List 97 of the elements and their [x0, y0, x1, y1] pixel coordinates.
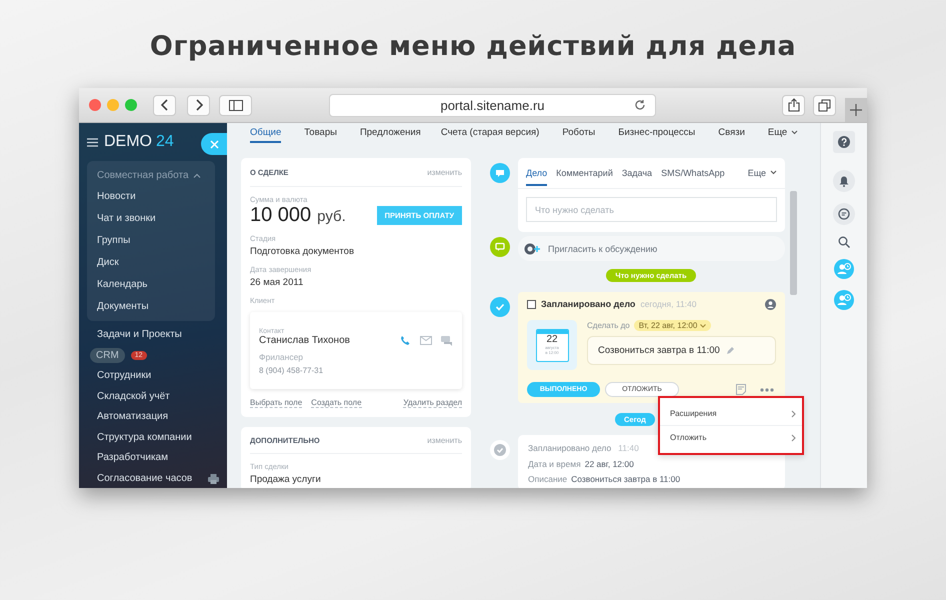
amount: 10 000 [250, 204, 312, 227]
sidebar-item[interactable]: Диск [87, 251, 215, 273]
share-button[interactable] [782, 94, 805, 116]
tab[interactable]: Предложения [360, 124, 421, 142]
new-tab-button[interactable] [845, 98, 867, 122]
share-icon [788, 98, 800, 112]
invite-field[interactable]: Пригласить к обсуждению [518, 236, 785, 261]
caret-icon [791, 130, 798, 134]
editor-tab[interactable]: SMS/WhatsApp [661, 160, 725, 186]
plus-icon [850, 104, 862, 116]
sidebar-item[interactable]: Календарь [87, 273, 215, 295]
more-button[interactable]: Еще [748, 160, 777, 186]
tab[interactable]: Бизнес-процессы [618, 124, 696, 142]
chevron-right-icon [791, 410, 796, 418]
editor-tab[interactable]: Дело [526, 160, 548, 186]
field-label: Описание [528, 474, 568, 484]
add-user-icon [524, 242, 542, 254]
activity-time: 11:40 [618, 443, 639, 453]
activity-time: сегодня, 11:40 [640, 299, 696, 309]
sidebar-toggle-button[interactable] [219, 94, 252, 116]
help-button[interactable] [833, 131, 855, 153]
notifications-button[interactable] [833, 170, 855, 192]
bell-icon [839, 176, 849, 186]
field-value: 26 мая 2011 [250, 277, 304, 288]
search-icon[interactable] [838, 236, 850, 248]
section-link[interactable]: Удалить раздел [403, 398, 462, 408]
sidebar-item[interactable]: Чат и звонки [87, 207, 215, 229]
activity-title: Запланировано дело [528, 443, 612, 453]
menu-group-header[interactable]: Совместная работа [87, 165, 215, 185]
contact-name[interactable]: Станислав Тихонов [259, 335, 350, 346]
caret-icon [192, 172, 200, 178]
field-label: Дата и время [528, 459, 581, 469]
sidebar-item[interactable]: Разработчикам [87, 448, 168, 468]
close-button[interactable] [201, 133, 227, 155]
sidebar-item[interactable]: Документы [87, 295, 215, 317]
check-icon [490, 440, 510, 460]
editor-tab[interactable]: Комментарий [556, 160, 613, 186]
more-tabs-button[interactable]: Еще [768, 124, 798, 142]
chevron-right-icon [194, 99, 202, 111]
logo-number: 24 [156, 133, 174, 151]
sidebar-item[interactable]: Группы [87, 229, 215, 251]
activity-description: Созвониться завтра в 11:00 [587, 336, 776, 365]
tab[interactable]: Роботы [562, 124, 596, 142]
sidebar-item[interactable]: Задачи и Проекты [87, 324, 182, 344]
editor-tab[interactable]: Задача [622, 160, 652, 186]
reload-icon[interactable] [634, 98, 646, 110]
slide-title: Ограниченное меню действий для дела [150, 31, 796, 64]
currency: руб. [317, 208, 346, 225]
check-icon [490, 297, 510, 317]
tab[interactable]: Общие [250, 124, 282, 142]
field-value: 22 авг, 12:00 [584, 459, 634, 469]
contact-role: Фрилансер [259, 352, 304, 362]
menu-item[interactable]: Отложить [660, 426, 802, 449]
chat-button[interactable] [833, 203, 855, 225]
sidebar-item[interactable]: Складской учёт [87, 386, 170, 406]
checkbox[interactable] [527, 300, 536, 308]
address-bar[interactable]: portal.sitename.ru [329, 94, 656, 116]
caret-icon [700, 324, 706, 328]
section-link[interactable]: Выбрать поле [250, 398, 302, 408]
field-value: Созвониться завтра в 11:00 [571, 474, 680, 484]
field-value: Продажа услуги [250, 474, 322, 485]
phone-icon[interactable] [400, 335, 411, 346]
sidebar-item[interactable]: Автоматизация [87, 406, 168, 427]
sidebar-item[interactable]: Структура компании [87, 427, 192, 448]
tabs-button[interactable] [813, 94, 836, 116]
field-value: Подготовка документов [250, 246, 356, 257]
printer-icon[interactable] [208, 474, 219, 484]
comment-icon [490, 163, 510, 183]
caret-icon [770, 170, 777, 175]
help-icon [838, 136, 850, 148]
more-icon[interactable] [760, 388, 774, 392]
tabs-icon [818, 98, 831, 112]
calendar-day: 22 [546, 334, 558, 344]
menu-icon[interactable] [87, 138, 98, 146]
activity-title: Запланировано дело [541, 299, 636, 309]
sidebar-item[interactable]: Новости [87, 185, 215, 207]
back-button[interactable] [153, 94, 176, 116]
sidebar-icon [228, 100, 242, 110]
task-input[interactable]: Что нужно сделать [526, 197, 777, 222]
due-date-chip[interactable]: Вт, 22 авг, 12:00 [634, 320, 712, 331]
forward-button[interactable] [187, 94, 210, 116]
tab[interactable]: Товары [304, 124, 337, 142]
chevron-left-icon [160, 99, 168, 111]
tab[interactable]: Связи [718, 124, 745, 142]
discussion-icon [490, 237, 510, 257]
user-icon[interactable] [765, 298, 776, 310]
section-link[interactable]: Создать поле [311, 398, 362, 408]
close-icon [210, 140, 218, 148]
logo: DEMO [104, 133, 152, 151]
chat-icon [838, 208, 850, 220]
tab[interactable]: Счета (старая версия) [440, 124, 540, 142]
sidebar-item[interactable]: CRM [90, 348, 125, 362]
sidebar-item[interactable]: Сотрудники [87, 366, 152, 386]
menu-item[interactable]: Расширения [660, 402, 802, 426]
due-label: Сделать до [587, 321, 630, 330]
sidebar-item[interactable]: Согласование часов [87, 468, 192, 488]
chevron-right-icon [791, 434, 796, 442]
